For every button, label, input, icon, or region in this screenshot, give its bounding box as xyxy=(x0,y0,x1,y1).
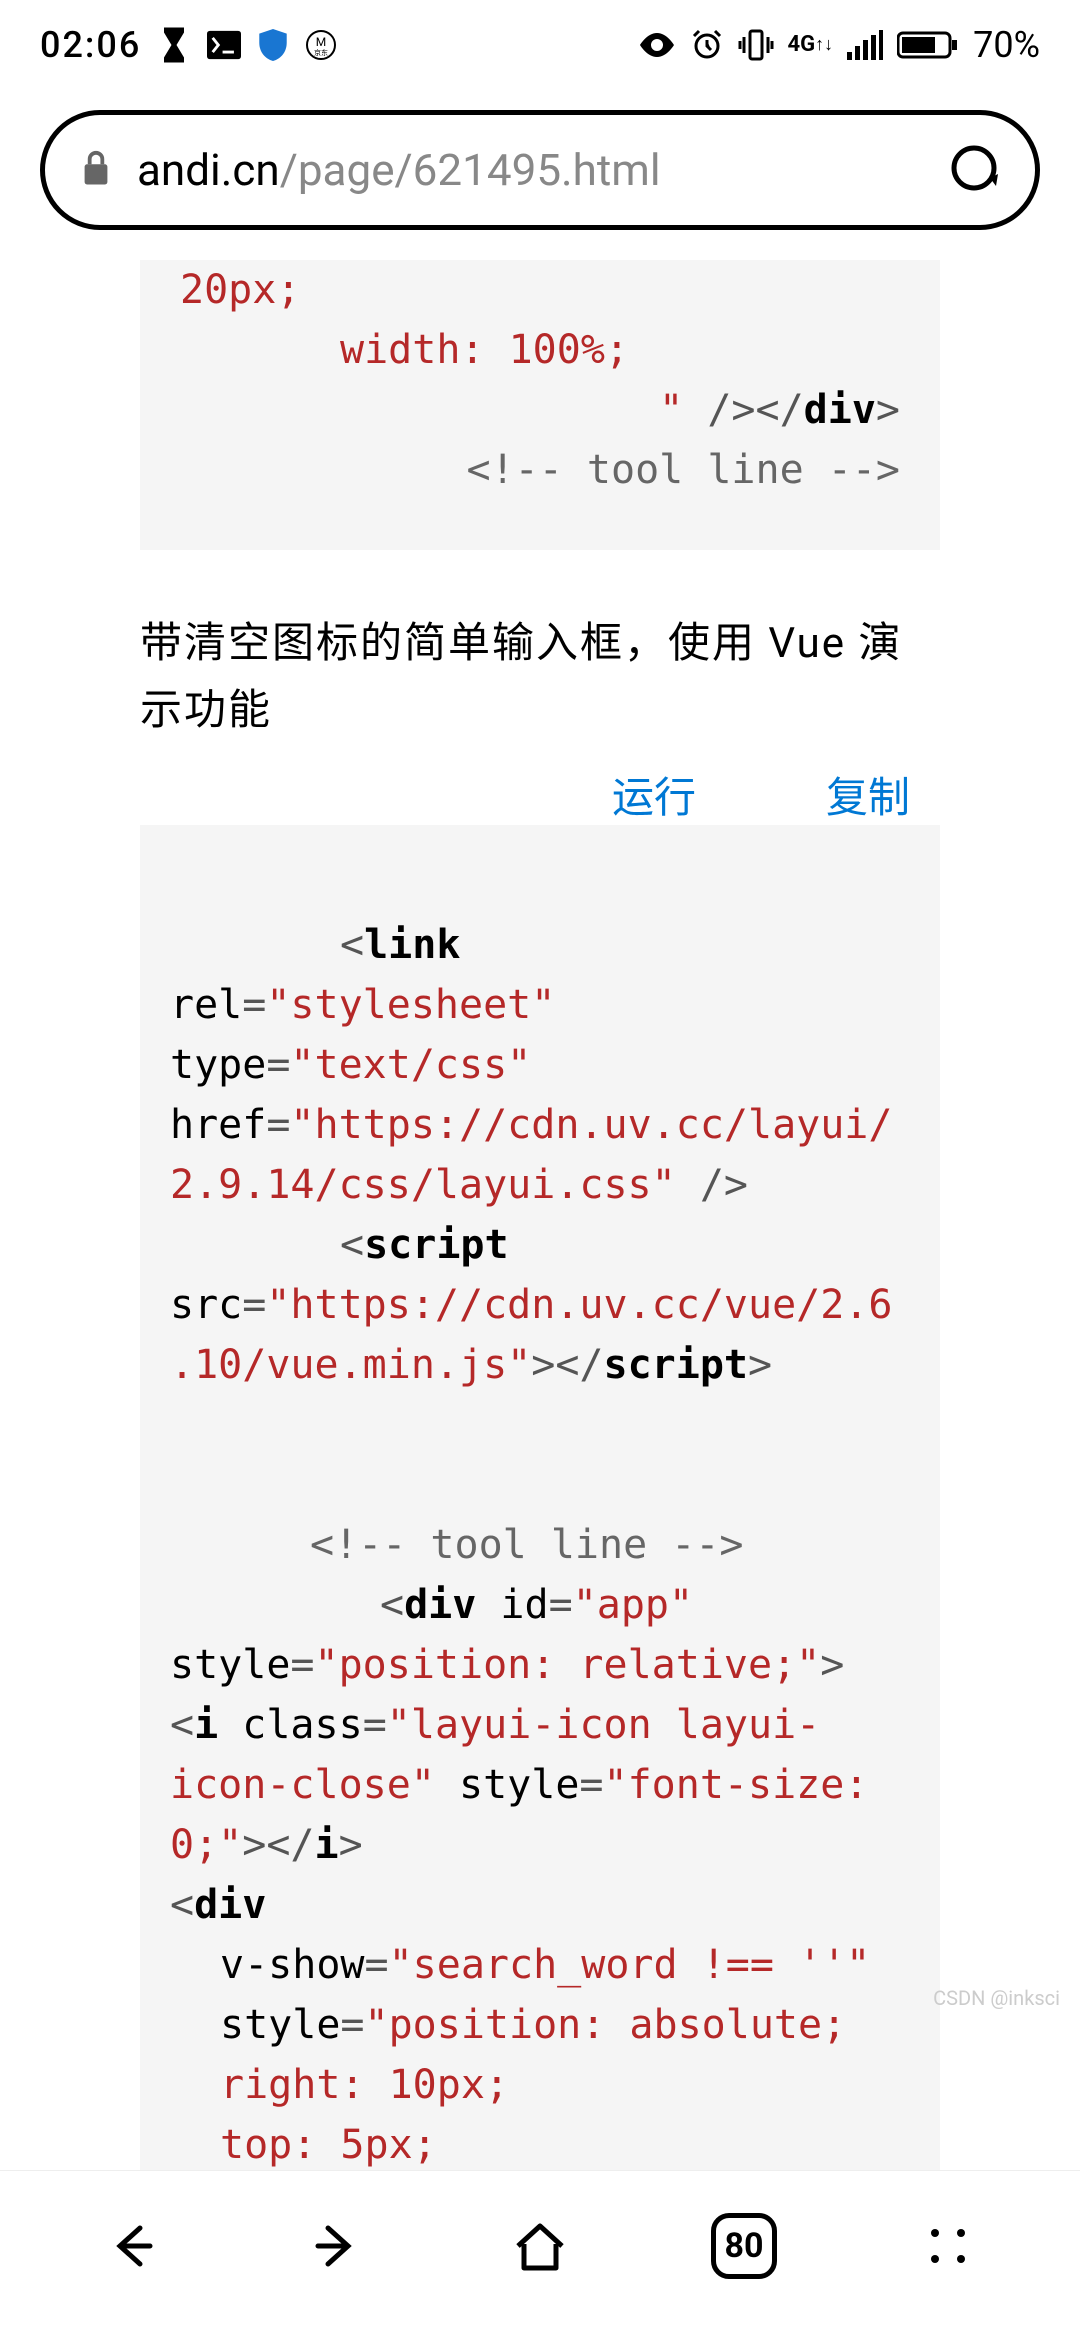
action-row: 运行 复制 xyxy=(140,764,940,825)
code-block-1: 20px; width: 100%; " /></div> <!-- tool … xyxy=(140,260,940,550)
run-link[interactable]: 运行 xyxy=(612,764,696,825)
circle-m-icon: M京东 xyxy=(305,29,337,61)
forward-button[interactable] xyxy=(296,2206,376,2286)
eye-icon xyxy=(638,33,676,57)
url-bar-container: andi.cn/page/621495.html xyxy=(0,90,1080,260)
url-text: andi.cn/page/621495.html xyxy=(137,144,923,196)
reload-icon[interactable] xyxy=(948,142,1000,198)
network-icon: 4G↑↓ xyxy=(788,34,834,56)
bottom-nav: 80 xyxy=(0,2170,1080,2340)
page-content[interactable]: 20px; width: 100%; " /></div> <!-- tool … xyxy=(0,260,1080,2190)
svg-text:京东: 京东 xyxy=(314,48,328,57)
lock-icon xyxy=(80,149,112,191)
alarm-icon xyxy=(690,28,724,62)
terminal-icon xyxy=(207,30,241,60)
status-bar: 02:06 M京东 4G↑↓ 70% xyxy=(0,0,1080,90)
shield-icon xyxy=(259,29,287,61)
vibrate-icon xyxy=(738,29,774,61)
hourglass-icon xyxy=(159,27,189,63)
tab-count: 80 xyxy=(711,2213,777,2279)
signal-icon xyxy=(847,30,883,60)
menu-button[interactable] xyxy=(908,2206,988,2286)
tabs-button[interactable]: 80 xyxy=(704,2206,784,2286)
battery-percent: 70% xyxy=(973,24,1040,66)
back-button[interactable] xyxy=(92,2206,172,2286)
url-bar[interactable]: andi.cn/page/621495.html xyxy=(40,110,1040,230)
home-button[interactable] xyxy=(500,2206,580,2286)
status-time: 02:06 xyxy=(40,24,141,66)
copy-link[interactable]: 复制 xyxy=(826,764,910,825)
svg-text:M: M xyxy=(316,35,326,49)
battery-icon xyxy=(897,30,959,60)
code-block-2: <link rel="stylesheet" type="text/css" h… xyxy=(140,825,940,2175)
watermark: CSDN @inksci xyxy=(933,1986,1060,2010)
description-text: 带清空图标的简单输入框，使用 Vue 演示功能 xyxy=(140,610,940,744)
